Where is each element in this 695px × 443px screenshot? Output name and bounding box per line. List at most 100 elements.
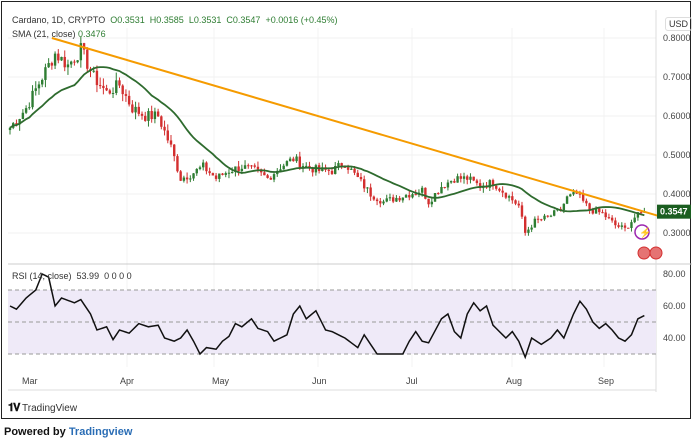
rsi-legend: RSI (14, close) 53.99 0 0 0 0 xyxy=(12,271,132,281)
rsi-tick-label: 40.00 xyxy=(663,333,686,343)
candle-body xyxy=(585,200,588,204)
price-tick-label: 0.7000 xyxy=(663,72,691,82)
symbol-name: Cardano, 1D, CRYPTO xyxy=(12,15,106,25)
candle-body xyxy=(601,212,604,214)
candle-body xyxy=(546,215,549,217)
candle-body xyxy=(53,53,57,66)
candle-body xyxy=(369,187,372,197)
lightning-glyph: ⚡ xyxy=(639,226,651,239)
candle-body xyxy=(581,194,585,201)
rsi-value: 53.99 xyxy=(76,271,100,281)
candle-body xyxy=(185,177,189,180)
candle-body xyxy=(44,67,47,80)
candle-body xyxy=(530,227,533,230)
candle-body xyxy=(495,185,498,189)
time-tick-label: Jul xyxy=(406,376,418,386)
candle-body xyxy=(627,227,630,229)
candle-body xyxy=(440,186,443,194)
candle-body xyxy=(66,64,70,68)
candle-body xyxy=(127,95,131,105)
candle-body xyxy=(92,70,95,72)
candle-body xyxy=(604,212,607,218)
candle-body xyxy=(57,53,60,61)
candle-body xyxy=(565,196,569,204)
candle-body xyxy=(327,169,330,171)
candle-body xyxy=(28,107,31,109)
candle-body xyxy=(269,177,273,180)
chart-canvas[interactable]: 0.8000 0.7000 0.6000 0.5000 0.4000 0.3000 80.0… xyxy=(0,0,695,443)
candle-body xyxy=(617,225,620,227)
candle-body xyxy=(140,113,144,116)
candle-body xyxy=(437,193,440,195)
tradingview-logo: 𝟏𝐕 TradingView xyxy=(8,402,77,415)
symbol-legend: Cardano, 1D, CRYPTO O0.3531 H0.3585 L0.3… xyxy=(12,15,338,25)
candle-body xyxy=(173,144,176,157)
candle-body xyxy=(272,174,276,180)
candle-body xyxy=(144,115,147,121)
candle-body xyxy=(607,217,611,219)
candle-body xyxy=(153,111,157,120)
candle-body xyxy=(292,158,295,162)
sma-label: SMA (21, close) xyxy=(12,29,76,39)
candle-body xyxy=(108,90,112,94)
candle-body xyxy=(124,94,128,96)
us-flag-event-icon xyxy=(637,246,651,260)
candle-body xyxy=(37,84,41,89)
candle-body xyxy=(47,63,50,68)
candle-body xyxy=(379,201,382,204)
candle-body xyxy=(353,168,356,173)
tv-logo-text: TradingView xyxy=(22,403,78,414)
candle-body xyxy=(372,196,376,200)
currency-label[interactable]: USD xyxy=(665,17,693,31)
candle-body xyxy=(21,112,25,119)
candle-body xyxy=(137,106,140,114)
candle-body xyxy=(507,196,511,198)
candle-body xyxy=(395,197,398,202)
candle-body xyxy=(623,225,627,228)
candle-body xyxy=(50,63,54,66)
candle-body xyxy=(121,85,124,95)
close-value: C0.3547 xyxy=(226,15,261,25)
candle-body xyxy=(221,173,224,175)
candle-body xyxy=(182,177,186,181)
candle-body xyxy=(214,175,218,179)
candle-body xyxy=(156,111,160,117)
time-tick-label: Apr xyxy=(120,376,134,386)
sma-value: 0.3476 xyxy=(78,29,106,39)
candle-body xyxy=(202,162,205,168)
candle-body xyxy=(160,116,163,127)
candle-body xyxy=(356,172,359,178)
candle-body xyxy=(520,205,524,217)
candle-body xyxy=(456,176,459,183)
candle-body xyxy=(208,171,211,174)
candle-body xyxy=(533,218,537,228)
powered-link[interactable]: Tradingview xyxy=(69,426,133,438)
candle-body xyxy=(195,168,198,174)
time-tick-label: Sep xyxy=(598,376,614,386)
candle-body xyxy=(266,175,269,178)
candle-body xyxy=(295,156,298,162)
candle-body xyxy=(63,56,66,68)
candle-body xyxy=(41,79,44,85)
candle-body xyxy=(633,217,636,223)
candle-body xyxy=(569,194,572,197)
candle-body xyxy=(472,176,475,181)
low-value: L0.3531 xyxy=(188,15,222,25)
candle-body xyxy=(430,201,434,205)
powered-by: Powered by Tradingview xyxy=(4,426,132,438)
candle-body xyxy=(243,165,247,169)
candle-body xyxy=(501,190,504,193)
candle-body xyxy=(620,225,623,227)
candle-body xyxy=(552,210,556,216)
time-tick-label: Mar xyxy=(22,376,38,386)
candle-body xyxy=(163,126,166,131)
candle-body xyxy=(111,93,115,95)
candle-body xyxy=(179,171,182,181)
candle-body xyxy=(504,192,508,198)
candle-body xyxy=(498,188,501,191)
candle-body xyxy=(263,172,266,176)
candle-body xyxy=(375,199,379,202)
candle-body xyxy=(205,162,208,172)
candle-body xyxy=(527,229,530,233)
candle-body xyxy=(118,80,121,86)
